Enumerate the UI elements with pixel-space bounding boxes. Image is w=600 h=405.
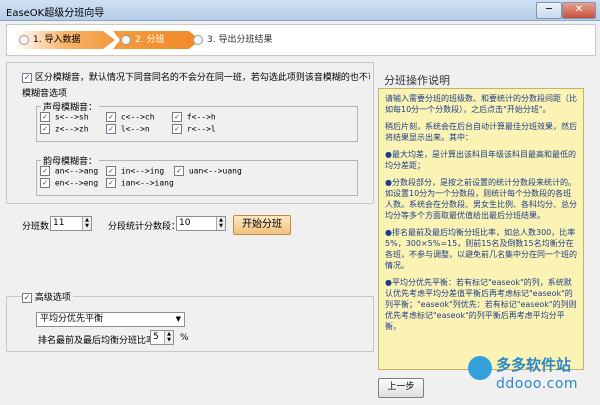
checkbox-icon[interactable]: ✓ [40,178,50,188]
option-label: f<-->h [186,112,216,122]
step-label: 导入数据 [44,35,81,45]
help-paragraph: ●平均分优先平衡：若有标记"easeok"的列，系统默认优先考虑平均分差值平衡后… [385,278,577,331]
ratio-label: 排名最前及最后均衡分班比率： [38,336,165,346]
watermark: 多多软件站 ddooo.com [468,352,594,400]
help-paragraph: ●最大均差，是计算出该科目年级该科目最高和最低的均分差距； [385,150,576,170]
step-num: 3. [207,35,216,45]
step-dot-icon [19,34,29,45]
fuzzy-options-label: 模糊音选项 [22,89,68,99]
fuzzy-main-option[interactable]: ✓ 区分模糊音，默认情况下同音同名的不会分在同一班，若勾选此项则该音模糊的也不可… [22,70,370,83]
step-num: 1. [33,35,42,45]
chevron-down-icon: ▼ [175,315,181,323]
checkbox-icon[interactable]: ✓ [172,112,182,122]
option-label: in<-->ing [120,166,165,176]
segment-value: 10 [179,218,191,228]
minimize-button[interactable]: ─ [536,2,562,19]
option-label: s<-->sh [54,112,89,122]
start-button[interactable]: 开始分班 [233,215,291,235]
ratio-stepper[interactable]: 5 ▲ ▼ [150,330,174,345]
help-title: 分班操作说明 [384,74,450,87]
checkbox-icon[interactable]: ✓ [174,166,184,176]
step-import[interactable]: 1. 导入数据 [15,31,115,49]
step-dot-icon [193,34,203,45]
final-option[interactable]: ✓ in<-->ing [106,166,164,176]
spin-arrows-icon[interactable]: ▲ ▼ [82,217,91,230]
spin-arrows-icon[interactable]: ▲ ▼ [216,217,225,230]
option-label: l<-->n [120,124,150,134]
class-count-value: 11 [53,218,65,228]
checkbox-icon[interactable]: ✓ [40,166,50,176]
checkbox-icon[interactable]: ✓ [106,178,116,188]
advanced-label: 高级选项 [34,293,71,303]
option-label: c<-->ch [120,112,155,122]
help-paragraph: ●分数段部分，是按之前设置的统计分数段来统计的。如设置10分为一个分数段，则统计… [385,178,577,220]
spin-arrows-icon[interactable]: ▲ ▼ [164,331,173,344]
step-dot-icon [121,34,131,45]
initial-option[interactable]: ✓ r<-->l [172,124,216,134]
step-export[interactable]: 3. 导出分班结果 [189,31,313,49]
balance-mode-select[interactable]: 平均分优先平衡 ▼ [36,312,185,327]
checkbox-icon[interactable]: ✓ [106,166,116,176]
advanced-option[interactable]: ✓ 高级选项 [22,290,73,303]
segment-label: 分段统计分数段： [108,222,181,232]
window-title: EaseOK超级分班向导 [6,8,105,19]
close-button[interactable]: ✕ [562,2,596,19]
option-label: en<-->eng [54,178,99,188]
initial-option[interactable]: ✓ s<-->sh [40,112,89,122]
segment-stepper[interactable]: 10 ▲ ▼ [176,216,226,231]
watermark-url: ddooo.com [496,376,579,392]
balance-mode-value: 平均分优先平衡 [40,314,104,324]
checkbox-icon[interactable]: ✓ [40,112,50,122]
checkbox-icon[interactable]: ✓ [22,292,32,303]
step-label: 分班 [146,35,165,45]
class-count-stepper[interactable]: 11 ▲ ▼ [50,216,92,231]
final-option[interactable]: ✓ ian<-->iang [106,178,174,188]
checkbox-icon[interactable]: ✓ [22,72,32,83]
checkbox-icon[interactable]: ✓ [172,124,182,134]
watermark-text: 多多软件站 [496,356,572,374]
checkbox-icon[interactable]: ✓ [106,112,116,122]
initial-option[interactable]: ✓ f<-->h [172,112,216,122]
option-label: an<-->ang [54,166,99,176]
prev-button[interactable]: 上一步 [378,378,424,398]
step-label: 导出分班结果 [218,35,273,45]
step-divide[interactable]: 2. 分班 [113,31,201,49]
initial-option[interactable]: ✓ c<-->ch [106,112,155,122]
option-label: ian<-->iang [120,178,174,188]
checkbox-icon[interactable]: ✓ [40,124,50,134]
initial-option[interactable]: ✓ z<-->zh [40,124,89,134]
checkbox-icon[interactable]: ✓ [106,124,116,134]
ratio-value: 5 [153,332,159,342]
help-paragraph: 稍后片刻，系统会在后台自动计算最佳分班效果，然后将结果显示出来。其中： [385,122,577,142]
fuzzy-main-label: 区分模糊音，默认情况下同音同名的不会分在同一班，若勾选此项则该音模糊的也不可分在… [34,73,370,83]
final-option[interactable]: ✓ en<-->eng [40,178,98,188]
ratio-unit: % [180,333,189,343]
final-option[interactable]: ✓ an<-->ang [40,166,98,176]
help-paragraph: 请输入需要分班的班级数、和要统计的分数段间距（比如每10分一个分数段），之后点击… [385,94,577,114]
step-num: 2. [135,35,144,45]
option-label: uan<-->uang [188,166,242,176]
help-text-box: 请输入需要分班的班级数、和要统计的分数段间距（比如每10分一个分数段），之后点击… [378,88,584,370]
option-label: r<-->l [186,124,216,134]
wizard-steps: 1. 导入数据 2. 分班 3. 导出分班结果 [6,24,596,56]
initial-option[interactable]: ✓ l<-->n [106,124,150,134]
help-paragraph: ●排名最前及最后均衡分班比率，如总人数300，比率5%，300×5%=15，则前… [385,228,577,270]
title-bar: EaseOK超级分班向导 ─ ✕ [0,0,600,21]
option-label: z<-->zh [54,124,89,134]
watermark-logo-icon [468,356,492,380]
final-option[interactable]: ✓ uan<-->uang [174,166,242,176]
